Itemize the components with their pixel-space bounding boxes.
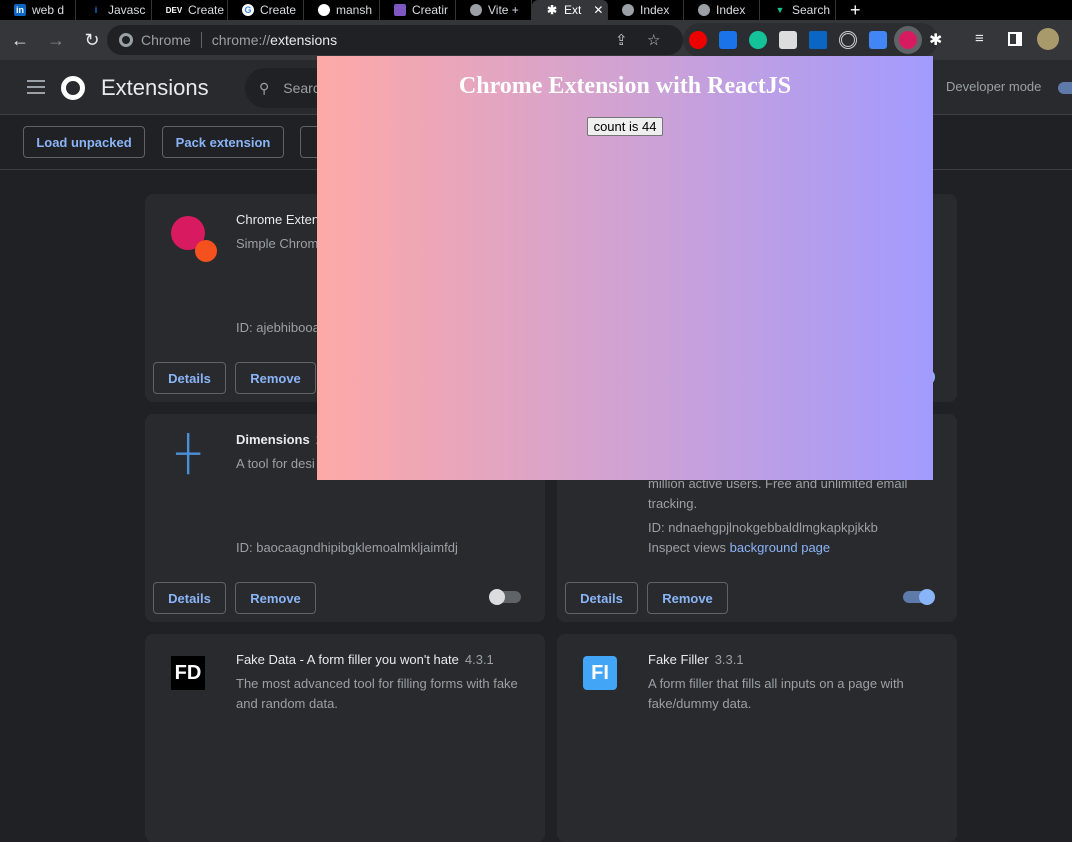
tab[interactable]: in web d	[0, 0, 76, 20]
target-icon[interactable]	[839, 31, 857, 49]
tab[interactable]: ▼ Search	[760, 0, 836, 20]
extension-name: Dimensions	[236, 432, 310, 447]
fd-icon: FD	[171, 656, 205, 690]
avatar[interactable]	[1037, 28, 1059, 50]
tab-label: web d	[32, 3, 65, 17]
docs-stack-icon[interactable]	[869, 31, 887, 49]
details-button[interactable]: Details	[153, 582, 226, 614]
extension-name: Fake Data - A form filler you won't hate	[236, 652, 459, 667]
extension-icon[interactable]	[779, 31, 797, 49]
search-icon: ⚲	[259, 79, 270, 96]
docs-icon[interactable]	[719, 31, 737, 49]
chrome-logo-icon	[61, 76, 85, 100]
tab-label: Create	[260, 3, 297, 17]
recording-badge-icon	[195, 240, 217, 262]
bookmark-star-icon[interactable]: ☆	[647, 31, 660, 49]
enable-toggle[interactable]	[489, 589, 521, 605]
tab-strip: in web d i Javasc DEV Create G Create mansh …	[0, 0, 1072, 20]
info-icon: i	[94, 5, 98, 15]
tab[interactable]: G Create	[228, 0, 304, 20]
tab[interactable]: mansh	[304, 0, 380, 20]
vuetify-icon: ▼	[775, 5, 785, 15]
tab-active[interactable]: ✱ Ext ✕	[532, 0, 608, 20]
tab[interactable]: Vite +	[456, 0, 532, 20]
linkedin-icon: in	[14, 4, 26, 16]
fake-filler-icon: FI	[583, 656, 617, 690]
remove-button[interactable]: Remove	[235, 582, 316, 614]
developer-mode-toggle[interactable]	[1058, 82, 1072, 94]
tab-label: mansh	[336, 3, 373, 17]
extension-version: 4.3.1	[464, 652, 494, 667]
tab-label: Javasc	[108, 3, 146, 17]
extension-id: ID: baocaagndhipibgklemoalmkljaimfdj	[236, 540, 458, 555]
extension-description: million active users. Free and unlimited…	[648, 476, 908, 511]
extensions-toolbar: ✱	[683, 23, 942, 57]
globe-icon	[470, 4, 482, 16]
close-tab-icon[interactable]: ✕	[593, 3, 603, 17]
site-label: Chrome	[141, 32, 202, 48]
google-icon: G	[242, 4, 254, 16]
developer-mode-label: Developer mode	[946, 79, 1042, 94]
enable-toggle[interactable]	[903, 589, 935, 605]
background-page-link[interactable]: background page	[730, 540, 830, 555]
url-prefix: chrome://	[211, 32, 271, 48]
media-control-icon[interactable]: ≡	[975, 30, 984, 47]
chrome-icon	[119, 33, 133, 47]
new-tab-button[interactable]: +	[850, 0, 861, 20]
extension-description: The most advanced tool for filling forms…	[236, 676, 518, 711]
count-button[interactable]: count is 44	[586, 117, 664, 136]
tab[interactable]: Index	[684, 0, 760, 20]
extension-name: Fake Filler	[648, 652, 709, 667]
github-icon	[318, 4, 330, 16]
share-icon[interactable]: ⇪	[615, 31, 628, 49]
crosshair-icon: ┼	[175, 434, 201, 472]
browser-toolbar: ← → ↻ Chrome chrome://extensions ⇪ ☆ ✱ ≡	[0, 20, 1072, 60]
tab-label: Creatir	[412, 3, 449, 17]
back-button[interactable]: ←	[4, 30, 36, 51]
tab-label: Index	[640, 3, 670, 17]
load-unpacked-button[interactable]: Load unpacked	[23, 126, 145, 158]
adblock-icon[interactable]	[689, 31, 707, 49]
url-path: extensions	[270, 32, 338, 48]
reload-button[interactable]: ↻	[76, 30, 108, 51]
extension-id: ID: ajebhibooa	[236, 320, 320, 335]
extension-id: ID: ndnaehgpjlnokgebbaldlmgkapkpjkkb	[648, 520, 878, 535]
remove-button[interactable]: Remove	[235, 362, 316, 394]
extension-card: FI Fake Filler 3.3.1 A form filler that f…	[557, 634, 957, 842]
tab[interactable]: DEV Create	[152, 0, 228, 20]
puzzle-icon: ✱	[546, 3, 558, 17]
details-button[interactable]: Details	[565, 582, 638, 614]
forward-button[interactable]: →	[40, 30, 72, 51]
details-button[interactable]: Details	[153, 362, 226, 394]
puzzle-icon[interactable]: ✱	[929, 30, 942, 50]
tab-label: Index	[716, 3, 746, 17]
tab[interactable]: Index	[608, 0, 684, 20]
extension-version: 3.3.1	[714, 652, 744, 667]
tab-label: Vite +	[488, 3, 519, 17]
li-icon[interactable]	[809, 31, 827, 49]
rocket-icon	[394, 4, 406, 16]
tab-label: Ext	[564, 3, 582, 17]
page-title: Extensions	[101, 75, 209, 100]
extension-card: FD Fake Data - A form filler you won't h…	[145, 634, 545, 842]
globe-icon	[622, 4, 634, 16]
side-panel-icon[interactable]	[1008, 32, 1022, 46]
extension-description: A form filler that fills all inputs on a…	[648, 676, 904, 711]
extension-popup: Chrome Extension with ReactJS count is 4…	[317, 56, 933, 480]
popup-title: Chrome Extension with ReactJS	[458, 73, 792, 99]
tab-label: Create	[188, 3, 225, 17]
extension-name: Chrome Exten	[236, 212, 320, 227]
tab-label: Search	[792, 3, 831, 17]
pack-extension-button[interactable]: Pack extension	[162, 126, 284, 158]
remove-button[interactable]: Remove	[647, 582, 728, 614]
address-bar[interactable]: Chrome chrome://extensions ⇪ ☆	[107, 25, 683, 55]
tab[interactable]: i Javasc	[76, 0, 152, 20]
react-extension-icon[interactable]	[899, 31, 917, 49]
menu-icon[interactable]	[27, 80, 45, 94]
globe-icon	[698, 4, 710, 16]
grammarly-icon[interactable]	[749, 31, 767, 49]
inspect-views-label: Inspect views	[648, 540, 727, 555]
dev-icon: DEV	[165, 5, 183, 15]
tab[interactable]: Creatir	[380, 0, 456, 20]
